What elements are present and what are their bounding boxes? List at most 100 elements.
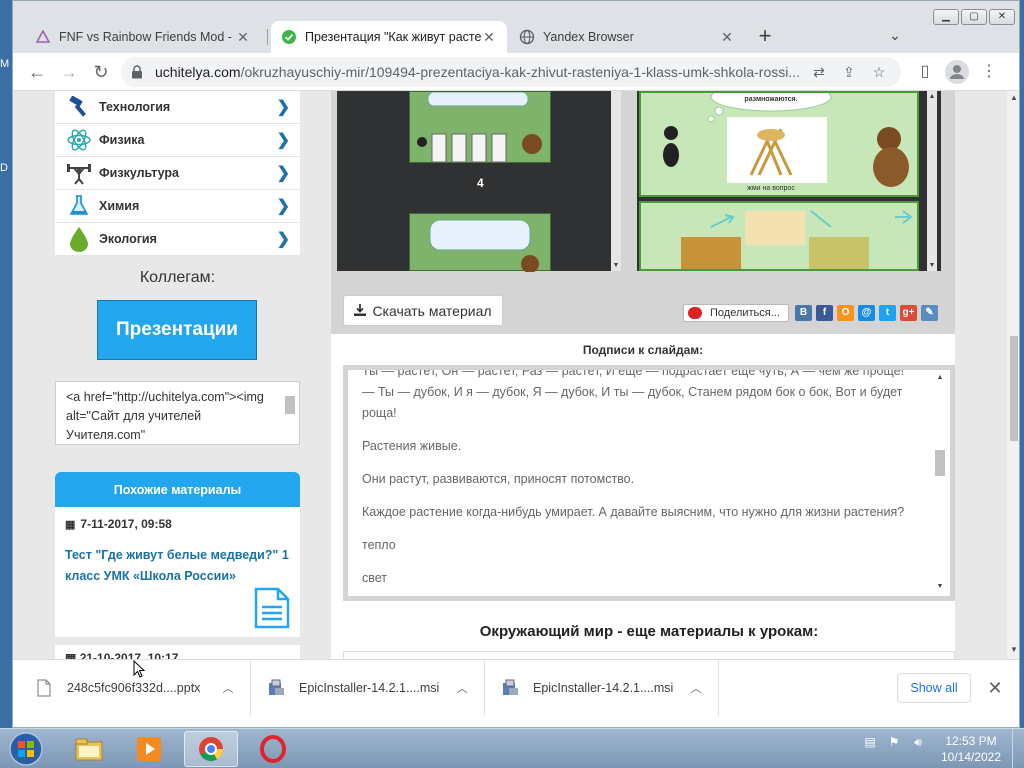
tab-search-chevron-icon[interactable]: ⌄ bbox=[885, 27, 905, 47]
reload-icon[interactable]: ↻ bbox=[89, 60, 113, 84]
taskbar-opera-button[interactable] bbox=[246, 731, 300, 767]
livejournal-icon[interactable]: ✎ bbox=[921, 305, 938, 321]
scrollbar[interactable]: ▼ bbox=[611, 91, 621, 271]
start-button[interactable] bbox=[6, 731, 46, 767]
download-material-button[interactable]: Скачать материал bbox=[343, 295, 503, 326]
bookmark-star-icon[interactable]: ☆ bbox=[867, 60, 891, 84]
new-tab-button[interactable]: + bbox=[753, 25, 777, 49]
subject-item-chemistry[interactable]: Химия ❯ bbox=[55, 190, 300, 223]
volume-icon[interactable]: 🔊︎ bbox=[910, 735, 926, 751]
close-window-button[interactable]: ✕ bbox=[989, 9, 1015, 25]
show-all-button[interactable]: Show all bbox=[897, 673, 971, 703]
slide-thumbnail[interactable] bbox=[409, 91, 551, 163]
translate-icon[interactable]: ⇄ bbox=[807, 60, 831, 84]
share-button-label: Поделиться... bbox=[710, 307, 780, 319]
mouse-cursor-icon bbox=[133, 659, 146, 678]
desktop-icon-label: D bbox=[0, 162, 8, 174]
similar-item-link[interactable]: Тест "Где живут белые медведи?" 1 класс … bbox=[65, 545, 290, 587]
close-icon[interactable]: ✕ bbox=[983, 676, 1007, 700]
download-icon bbox=[354, 303, 367, 319]
tab-presentation[interactable]: Презентация "Как живут растен ✕ bbox=[271, 21, 507, 53]
calendar-icon: ▦ bbox=[65, 651, 77, 659]
chevron-up-icon[interactable]: ︿ bbox=[688, 680, 704, 696]
download-item[interactable]: EpicInstaller-14.2.1....msi ︿ bbox=[487, 660, 719, 716]
download-filename: EpicInstaller-14.2.1....msi bbox=[299, 681, 440, 695]
odnoklassniki-icon[interactable]: О bbox=[837, 305, 854, 321]
installer-icon bbox=[501, 678, 519, 698]
triangle-icon bbox=[35, 29, 51, 45]
share-button[interactable]: Поделиться... bbox=[683, 304, 789, 322]
captions-box: Ты — растёт, Он — растёт, Раз — растёт, … bbox=[343, 365, 955, 601]
page-scrollbar[interactable]: ▲ ▼ bbox=[1007, 91, 1019, 659]
download-filename: 248c5fc906f332d....pptx bbox=[67, 681, 201, 695]
presentations-button[interactable]: Презентации bbox=[97, 300, 257, 360]
minimize-button[interactable]: ▁ bbox=[933, 9, 959, 25]
similar-materials: Похожие материалы ▦ 7-11-2017, 09:58 Тест… bbox=[55, 472, 300, 659]
close-tab-icon[interactable]: ✕ bbox=[719, 29, 735, 45]
similar-item: ▦ 7-11-2017, 09:58 Тест "Где живут белые … bbox=[55, 507, 300, 637]
side-panel-icon[interactable]: ▯ bbox=[913, 60, 937, 84]
slide-number: 4 bbox=[477, 176, 484, 190]
tab-fnf[interactable]: FNF vs Rainbow Friends Mod - Pl ✕ bbox=[25, 21, 261, 53]
share-icon[interactable]: ⇪ bbox=[837, 60, 861, 84]
taskbar-chrome-button[interactable] bbox=[184, 731, 238, 767]
clock[interactable]: 12:53 PM 10/14/2022 bbox=[936, 733, 1006, 765]
url-path: /okruzhayuschiy-mir/109494-prezentaciya-… bbox=[240, 64, 801, 80]
network-icon[interactable]: ▤ bbox=[862, 735, 878, 751]
tab-label: Презентация "Как живут растен bbox=[305, 30, 481, 44]
atom-icon bbox=[65, 128, 93, 152]
desktop-icon-label: M bbox=[0, 58, 10, 70]
embed-code-textarea[interactable]: <a href="http://uchitelya.com"><img alt=… bbox=[55, 381, 300, 445]
slide-thumbnail[interactable] bbox=[409, 213, 551, 273]
mailru-icon[interactable]: @ bbox=[858, 305, 875, 321]
chevron-up-icon[interactable]: ︿ bbox=[220, 680, 236, 696]
clock-time: 12:53 PM bbox=[945, 734, 997, 748]
clock-date: 10/14/2022 bbox=[940, 750, 1002, 764]
chevron-right-icon: ❯ bbox=[276, 132, 290, 149]
url-domain: uchitelya.com bbox=[155, 64, 241, 80]
caption-paragraph: свет bbox=[362, 571, 388, 585]
download-item[interactable]: EpicInstaller-14.2.1....msi ︿ bbox=[253, 660, 485, 716]
flag-warning-icon[interactable]: ⚑ bbox=[886, 735, 902, 751]
caption-paragraph: тепло bbox=[362, 538, 396, 552]
back-arrow-icon[interactable]: ← bbox=[25, 60, 49, 84]
maximize-button[interactable]: ▢ bbox=[961, 9, 987, 25]
menu-kebab-icon[interactable]: ⋮ bbox=[977, 60, 1001, 84]
forward-arrow-icon[interactable]: → bbox=[57, 60, 81, 84]
taskbar-explorer-button[interactable] bbox=[62, 731, 116, 767]
page-viewport: Технология ❯ Физика ❯ Физкультура ❯ Хими… bbox=[13, 91, 1007, 659]
address-bar[interactable]: uchitelya.com/okruzhayuschiy-mir/109494-… bbox=[121, 57, 901, 87]
facebook-icon[interactable]: f bbox=[816, 305, 833, 321]
slide-top-text: размножаются. bbox=[744, 96, 797, 103]
chevron-up-icon[interactable]: ︿ bbox=[454, 680, 470, 696]
twitter-icon[interactable]: t bbox=[879, 305, 896, 321]
tab-yandex[interactable]: Yandex Browser ✕ bbox=[509, 21, 745, 53]
weightlifter-icon bbox=[65, 161, 93, 185]
hammer-icon bbox=[65, 95, 93, 119]
scrollbar[interactable]: ▲ ▼ bbox=[934, 374, 946, 590]
captions-scroll-area[interactable]: Ты — растёт, Он — растёт, Раз — растёт, … bbox=[348, 370, 950, 596]
slide-thumbnails-pane[interactable]: 4 ▼ bbox=[337, 91, 621, 273]
subject-item-technology[interactable]: Технология ❯ bbox=[55, 91, 300, 124]
globe-icon bbox=[519, 29, 535, 45]
browser-toolbar: ← → ↻ uchitelya.com/okruzhayuschiy-mir/1… bbox=[13, 53, 1019, 91]
close-tab-icon[interactable]: ✕ bbox=[481, 29, 497, 45]
show-desktop-button[interactable] bbox=[1012, 729, 1024, 768]
close-tab-icon[interactable]: ✕ bbox=[235, 29, 251, 45]
document-icon[interactable] bbox=[254, 587, 290, 629]
vk-icon[interactable]: В bbox=[795, 305, 812, 321]
profile-avatar-icon[interactable] bbox=[945, 60, 969, 84]
browser-window: FNF vs Rainbow Friends Mod - Pl ✕ Презен… bbox=[12, 0, 1020, 728]
subject-item-ecology[interactable]: Экология ❯ bbox=[55, 223, 300, 256]
caption-paragraph: Каждое растение когда-нибудь умирает. А … bbox=[362, 505, 905, 519]
subject-label: Технология bbox=[99, 100, 171, 114]
subject-item-physics[interactable]: Физика ❯ bbox=[55, 124, 300, 157]
slide-image bbox=[639, 201, 919, 271]
googleplus-icon[interactable]: g+ bbox=[900, 305, 917, 321]
subject-label: Физика bbox=[99, 133, 145, 147]
scrollbar[interactable] bbox=[283, 384, 297, 442]
subject-item-pe[interactable]: Физкультура ❯ bbox=[55, 157, 300, 190]
scrollbar[interactable]: ▲ ▼ bbox=[927, 91, 937, 271]
taskbar-media-player-button[interactable] bbox=[122, 731, 176, 767]
slide-preview-pane[interactable]: жми на вопрос размножаются. ▲ ▼ bbox=[637, 91, 941, 271]
